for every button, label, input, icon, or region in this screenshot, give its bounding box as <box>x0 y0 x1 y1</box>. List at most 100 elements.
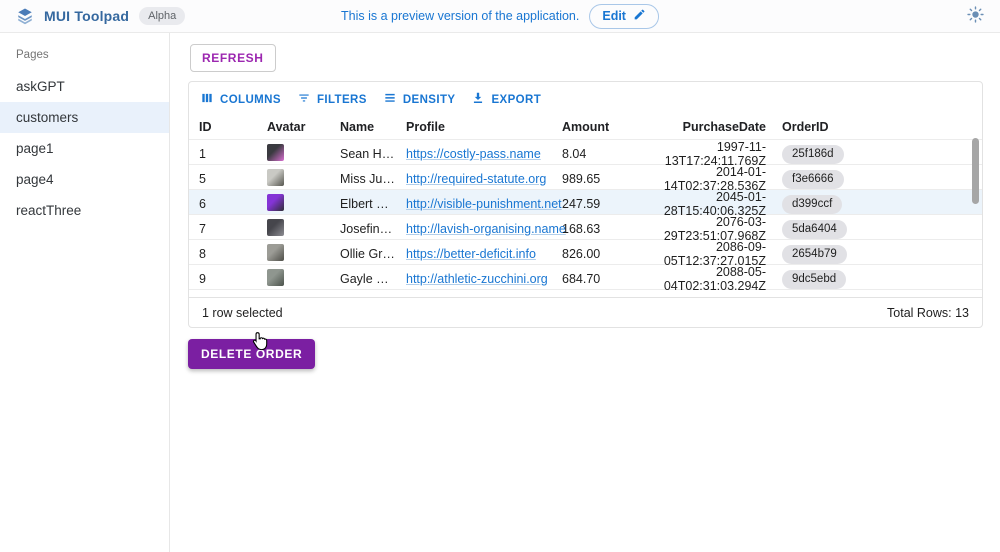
cell-avatar <box>267 269 340 289</box>
filter-icon <box>297 91 311 108</box>
download-icon <box>471 91 485 108</box>
table-row[interactable]: 6 Elbert McL…http://visible-punishment.ne… <box>189 189 982 214</box>
vertical-scrollbar-thumb[interactable] <box>972 138 979 204</box>
table-row[interactable]: 8 Ollie Green…https://better-deficit.info… <box>189 239 982 264</box>
delete-order-button[interactable]: DELETE ORDER <box>188 339 315 369</box>
sun-icon <box>967 6 984 26</box>
filters-button-label: FILTERS <box>317 94 367 106</box>
columns-button[interactable]: COLUMNS <box>195 87 286 112</box>
cell-id: 7 <box>199 222 267 236</box>
main-content: REFRESH COLUMNS FILTERS DENSITY <box>170 33 1000 552</box>
column-header-amount[interactable]: Amount <box>562 120 652 134</box>
cell-purchase-date: 2086-09-05T12:37:27.015Z <box>652 240 774 268</box>
cell-id: 5 <box>199 172 267 186</box>
column-header-orderid[interactable]: OrderID <box>774 120 982 134</box>
cell-order-id: 25f186d <box>774 145 982 164</box>
grid-footer: 1 row selected Total Rows: 13 <box>189 297 982 327</box>
profile-link[interactable]: https://costly-pass.name <box>406 147 541 161</box>
cell-amount: 247.59 <box>562 197 652 211</box>
cell-profile: http://lavish-organising.name <box>406 222 562 236</box>
table-row[interactable]: 7 Josefina P…http://lavish-organising.nam… <box>189 214 982 239</box>
cell-profile: http://required-statute.org <box>406 172 562 186</box>
cell-name: Josefina P… <box>340 222 406 236</box>
sidebar-item-reactThree[interactable]: reactThree <box>0 195 169 226</box>
topbar: MUI Toolpad Alpha This is a preview vers… <box>0 0 1000 33</box>
cell-purchase-date: 1997-11-13T17:24:11.769Z <box>652 140 774 168</box>
profile-link[interactable]: https://better-deficit.info <box>406 247 536 261</box>
cell-purchase-date: 2076-03-29T23:51:07.968Z <box>652 215 774 243</box>
avatar <box>267 244 284 261</box>
cell-profile: http://visible-punishment.net <box>406 197 562 211</box>
avatar <box>267 144 284 161</box>
cell-profile: https://costly-pass.name <box>406 147 562 161</box>
selection-count: 1 row selected <box>202 306 283 320</box>
cell-id: 8 <box>199 247 267 261</box>
refresh-button[interactable]: REFRESH <box>190 44 276 72</box>
cell-avatar <box>267 169 340 189</box>
cell-avatar <box>267 219 340 239</box>
cell-name: Gayle Den… <box>340 272 406 286</box>
grid-header-row: ID Avatar Name Profile Amount PurchaseDa… <box>189 114 982 139</box>
cell-amount: 989.65 <box>562 172 652 186</box>
pencil-icon <box>633 8 646 24</box>
cell-name: Sean Harris <box>340 147 406 161</box>
grid-rows-container: 1 Sean Harrishttps://costly-pass.name 8.04… <box>189 139 982 290</box>
edit-button[interactable]: Edit <box>589 4 659 29</box>
app-title: MUI Toolpad <box>44 8 129 24</box>
table-row[interactable]: 5 Miss Juan …http://required-statute.org 9… <box>189 164 982 189</box>
cell-amount: 8.04 <box>562 147 652 161</box>
cell-avatar <box>267 144 340 164</box>
sidebar-item-customers[interactable]: customers <box>0 102 169 133</box>
toolpad-logo-icon <box>16 7 34 25</box>
cell-purchase-date: 2088-05-04T02:31:03.294Z <box>652 265 774 293</box>
column-header-purchasedate[interactable]: PurchaseDate <box>652 120 774 134</box>
columns-button-label: COLUMNS <box>220 94 281 106</box>
cell-order-id: d399ccf <box>774 195 982 214</box>
cell-amount: 684.70 <box>562 272 652 286</box>
table-row[interactable]: 1 Sean Harrishttps://costly-pass.name 8.04… <box>189 139 982 164</box>
sidebar-item-page4[interactable]: page4 <box>0 164 169 195</box>
edit-button-label: Edit <box>602 9 626 23</box>
column-header-name[interactable]: Name <box>340 120 406 134</box>
pages-section-label: Pages <box>0 43 169 71</box>
profile-link[interactable]: http://required-statute.org <box>406 172 546 186</box>
cell-id: 9 <box>199 272 267 286</box>
profile-link[interactable]: http://visible-punishment.net <box>406 197 562 211</box>
density-icon <box>383 91 397 108</box>
cell-profile: http://athletic-zucchini.org <box>406 272 562 286</box>
cell-name: Miss Juan … <box>340 172 406 186</box>
avatar <box>267 269 284 286</box>
cell-name: Elbert McL… <box>340 197 406 211</box>
cell-id: 1 <box>199 147 267 161</box>
export-button[interactable]: EXPORT <box>466 87 546 112</box>
alpha-badge: Alpha <box>139 7 185 25</box>
sidebar-item-askGPT[interactable]: askGPT <box>0 71 169 102</box>
avatar <box>267 169 284 186</box>
grid-toolbar: COLUMNS FILTERS DENSITY EXPORT <box>189 82 982 114</box>
order-id-chip: 9dc5ebd <box>782 270 846 289</box>
preview-banner-text: This is a preview version of the applica… <box>341 9 579 23</box>
cell-id: 6 <box>199 197 267 211</box>
sidebar-nav-list: askGPTcustomerspage1page4reactThree <box>0 71 169 226</box>
column-header-id[interactable]: ID <box>199 120 267 134</box>
column-header-profile[interactable]: Profile <box>406 120 562 134</box>
avatar <box>267 219 284 236</box>
cell-order-id: 9dc5ebd <box>774 270 982 289</box>
cell-order-id: 5da6404 <box>774 220 982 239</box>
data-grid: COLUMNS FILTERS DENSITY EXPORT <box>188 81 983 328</box>
profile-link[interactable]: http://athletic-zucchini.org <box>406 272 548 286</box>
theme-toggle-button[interactable] <box>967 6 984 26</box>
cell-order-id: 2654b79 <box>774 245 982 264</box>
table-row[interactable]: 9 Gayle Den…http://athletic-zucchini.org 6… <box>189 264 982 289</box>
order-id-chip: f3e6666 <box>782 170 844 189</box>
profile-link[interactable]: http://lavish-organising.name <box>406 222 566 236</box>
order-id-chip: 5da6404 <box>782 220 847 239</box>
columns-icon <box>200 91 214 108</box>
export-button-label: EXPORT <box>491 94 541 106</box>
cell-name: Ollie Green… <box>340 247 406 261</box>
column-header-avatar[interactable]: Avatar <box>267 120 340 134</box>
filters-button[interactable]: FILTERS <box>292 87 372 112</box>
density-button[interactable]: DENSITY <box>378 87 461 112</box>
order-id-chip: d399ccf <box>782 195 842 214</box>
sidebar-item-page1[interactable]: page1 <box>0 133 169 164</box>
